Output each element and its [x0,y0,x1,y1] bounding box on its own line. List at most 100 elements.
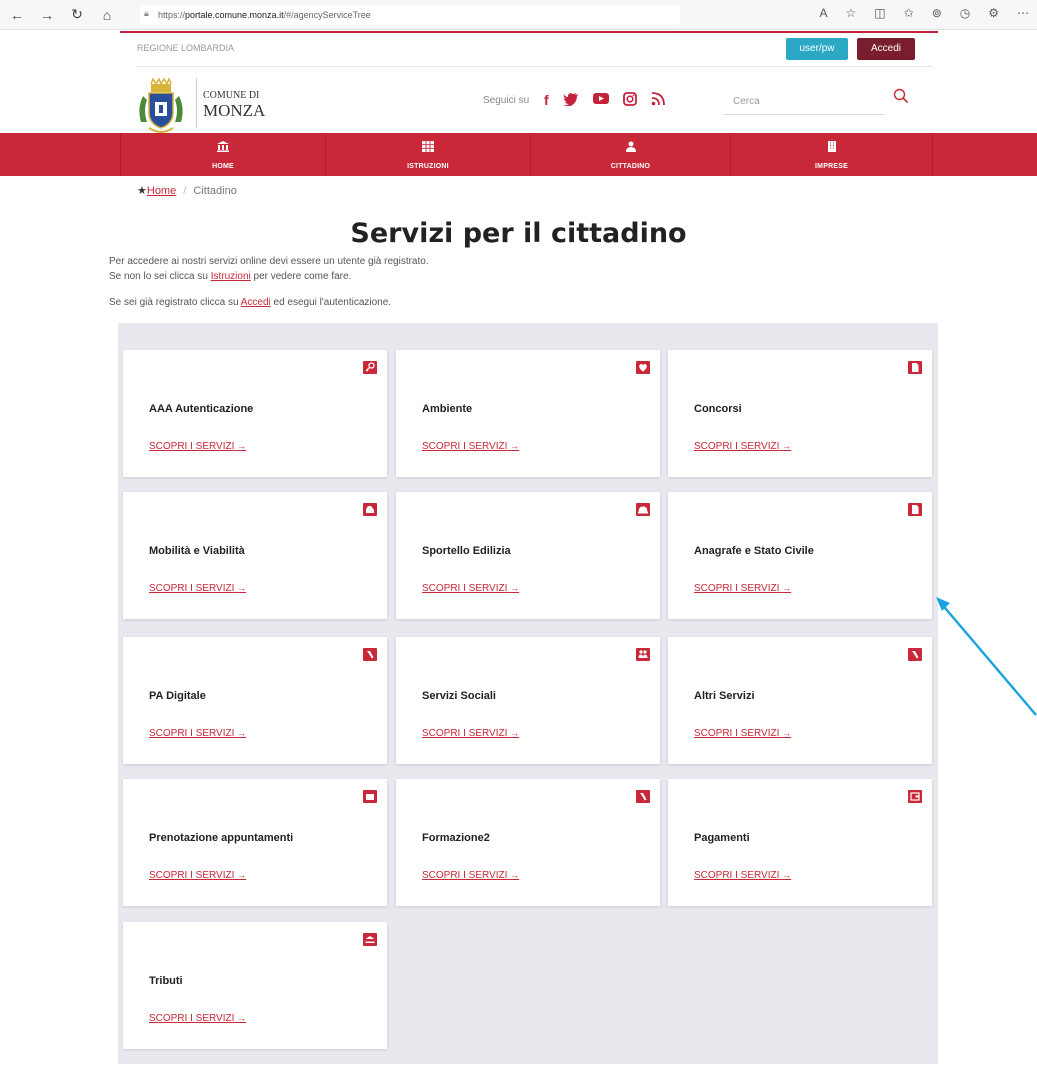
arrow-right-icon: → [237,583,247,593]
link-label: SCOPRI I SERVIZI [422,870,508,881]
arrow-right-icon: → [782,441,792,451]
discover-services-link[interactable]: SCOPRI I SERVIZI → [422,441,519,452]
service-card-anagrafe[interactable]: Anagrafe e Stato Civile SCOPRI I SERVIZI… [668,492,932,619]
instagram-icon[interactable] [622,92,637,106]
read-aloud-icon[interactable]: A [820,6,828,20]
nav-item-imprese[interactable]: IMPRESE [731,133,933,176]
rss-icon[interactable] [651,92,665,106]
annotation-arrow-icon [936,597,1037,716]
arrow-right-icon: → [782,870,792,880]
service-card-mobilita[interactable]: Mobilità e Viabilità SCOPRI I SERVIZI → [123,492,387,619]
arrow-right-icon: → [510,870,520,880]
breadcrumb-current: Cittadino [193,185,237,197]
search-input[interactable]: Cerca [733,96,760,107]
tool-icon [363,648,377,661]
card-title: PA Digitale [149,690,206,702]
grid-icon [422,141,434,152]
bank-icon [217,141,229,152]
arrow-right-icon: → [782,583,792,593]
intro-text-3: Se sei già registrato clicca su Accedi e… [109,297,391,308]
favorites-list-icon[interactable]: ✩ [904,6,914,20]
link-label: SCOPRI I SERVIZI [694,583,780,594]
search-icon[interactable] [893,88,909,104]
service-card-pagamenti[interactable]: Pagamenti SCOPRI I SERVIZI → [668,779,932,906]
twitter-icon[interactable] [562,92,579,106]
home-icon[interactable]: ⌂ [96,7,118,23]
accedi-link[interactable]: Accedi [241,297,271,308]
discover-services-link[interactable]: SCOPRI I SERVIZI → [694,441,791,452]
card-title: Anagrafe e Stato Civile [694,545,814,557]
favorite-icon[interactable]: ☆ [846,6,857,20]
city-crest-icon[interactable] [135,78,187,136]
service-card-edilizia[interactable]: Sportello Edilizia SCOPRI I SERVIZI → [396,492,660,619]
page-title: Servizi per il cittadino [350,218,687,249]
discover-services-link[interactable]: SCOPRI I SERVIZI → [422,728,519,739]
card-title: Pagamenti [694,832,750,844]
more-icon[interactable]: ⋯ [1017,6,1029,20]
istruzioni-link[interactable]: Istruzioni [211,271,251,282]
discover-services-link[interactable]: SCOPRI I SERVIZI → [422,870,519,881]
nav-item-istruzioni[interactable]: ISTRUZIONI [326,133,531,176]
history-icon[interactable]: ◷ [960,6,970,20]
refresh-icon[interactable]: ↻ [66,6,88,23]
car-icon [363,503,377,516]
service-card-servizi-sociali[interactable]: Servizi Sociali SCOPRI I SERVIZI → [396,637,660,764]
discover-services-link[interactable]: SCOPRI I SERVIZI → [149,441,246,452]
service-card-concorsi[interactable]: Concorsi SCOPRI I SERVIZI → [668,350,932,477]
service-card-autenticazione[interactable]: AAA Autenticazione SCOPRI I SERVIZI → [123,350,387,477]
youtube-icon[interactable] [592,92,609,105]
address-bar[interactable]: 🔒︎ https://portale.comune.monza.it/#/age… [140,5,680,25]
logo-divider [196,78,197,128]
nav-label: IMPRESE [815,163,848,170]
region-label[interactable]: REGIONE LOMBARDIA [137,43,234,53]
discover-services-link[interactable]: SCOPRI I SERVIZI → [149,728,246,739]
back-icon[interactable]: ← [6,7,28,23]
extensions-icon[interactable]: ⚙ [988,6,999,20]
follow-label: Seguici su [483,95,530,106]
link-label: SCOPRI I SERVIZI [149,1013,235,1024]
service-card-tributi[interactable]: Tributi SCOPRI I SERVIZI → [123,922,387,1049]
logo-text-large[interactable]: MONZA [203,101,265,121]
service-card-pa-digitale[interactable]: PA Digitale SCOPRI I SERVIZI → [123,637,387,764]
card-title: Concorsi [694,403,742,415]
forward-icon[interactable]: → [36,7,58,23]
breadcrumb-home-link[interactable]: Home [147,185,176,197]
arrow-right-icon: → [237,1013,247,1023]
split-screen-icon[interactable]: ◫ [874,6,885,20]
service-card-altri-servizi[interactable]: Altri Servizi SCOPRI I SERVIZI → [668,637,932,764]
people-icon [636,648,650,661]
discover-services-link[interactable]: SCOPRI I SERVIZI → [149,583,246,594]
card-title: Altri Servizi [694,690,755,702]
nav-label: CITTADINO [610,163,651,170]
login-button[interactable]: Accedi [857,38,915,60]
bank-icon [363,933,377,946]
arrow-right-icon: → [510,441,520,451]
discover-services-link[interactable]: SCOPRI I SERVIZI → [694,870,791,881]
collections-icon[interactable]: ⊚ [932,6,942,20]
browser-actions: A ☆ ◫ ✩ ⊚ ◷ ⚙ ⋯ [820,6,1030,20]
arrow-right-icon: → [237,441,247,451]
discover-services-link[interactable]: SCOPRI I SERVIZI → [694,583,791,594]
facebook-icon[interactable]: f [544,92,549,108]
service-card-ambiente[interactable]: Ambiente SCOPRI I SERVIZI → [396,350,660,477]
nav-label: HOME [212,163,234,170]
discover-services-link[interactable]: SCOPRI I SERVIZI → [422,583,519,594]
social-links: f [544,92,665,108]
link-label: SCOPRI I SERVIZI [694,870,780,881]
card-title: Mobilità e Viabilità [149,545,245,557]
discover-services-link[interactable]: SCOPRI I SERVIZI → [149,870,246,881]
service-card-prenotazione[interactable]: Prenotazione appuntamenti SCOPRI I SERVI… [123,779,387,906]
service-card-formazione[interactable]: Formazione2 SCOPRI I SERVIZI → [396,779,660,906]
userpw-button[interactable]: user/pw [786,38,848,60]
nav-item-home[interactable]: HOME [120,133,326,176]
logo-text-small[interactable]: COMUNE DI [203,90,259,101]
discover-services-link[interactable]: SCOPRI I SERVIZI → [149,1013,246,1024]
discover-services-link[interactable]: SCOPRI I SERVIZI → [694,728,791,739]
calendar-icon [363,790,377,803]
helmet-icon [636,503,650,516]
search-underline [723,114,885,115]
document-icon [908,503,922,516]
card-title: Servizi Sociali [422,690,496,702]
arrow-right-icon: → [782,728,792,738]
nav-item-cittadino[interactable]: CITTADINO [531,133,731,176]
